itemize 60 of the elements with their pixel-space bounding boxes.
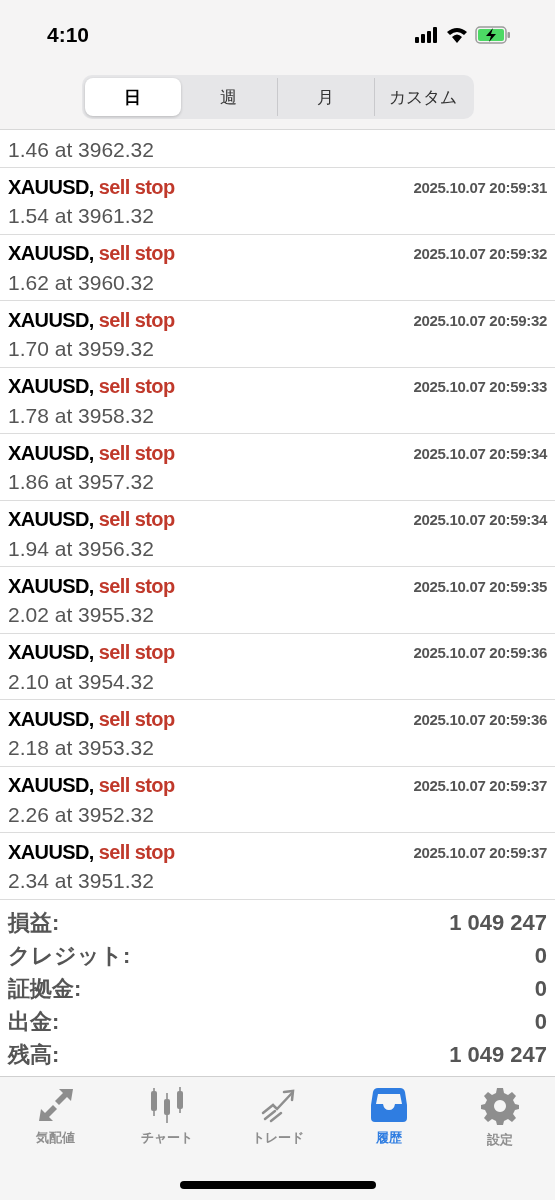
battery-icon bbox=[475, 26, 511, 44]
summary-label: 残高: bbox=[8, 1041, 60, 1069]
order-details: 1.54 at 3961.32 bbox=[8, 203, 155, 229]
period-tab[interactable]: 月 bbox=[276, 78, 374, 116]
order-title: XAUUSD, sell stop bbox=[8, 375, 175, 398]
inbox-icon bbox=[369, 1086, 408, 1123]
period-tab[interactable]: 日 bbox=[84, 78, 181, 116]
order-title: XAUUSD, sell stop bbox=[8, 441, 175, 465]
tab-bar-item[interactable]: チャート bbox=[111, 1086, 222, 1149]
period-tab[interactable]: 週 bbox=[180, 78, 277, 116]
order-title: XAUUSD, sell stop bbox=[8, 508, 175, 531]
double-arrow-icon bbox=[36, 1086, 75, 1123]
order-title: XAUUSD, sell stop bbox=[8, 641, 175, 664]
order-details: 2.26 at 3952.32 bbox=[8, 801, 155, 828]
order-title: XAUUSD, sell stop bbox=[8, 175, 175, 199]
tab-bar-item[interactable]: 履歴 bbox=[333, 1086, 444, 1149]
tab-bar-item[interactable]: 気配値 bbox=[0, 1086, 111, 1149]
summary-label: 出金: bbox=[8, 1008, 60, 1036]
status-time: 4:10 bbox=[47, 23, 90, 47]
order-time: 2025.10.07 20:59:32 bbox=[413, 311, 547, 329]
tab-bar-item[interactable]: トレード bbox=[222, 1086, 333, 1149]
order-details: 1.86 at 3957.32 bbox=[8, 469, 155, 495]
settings-icon bbox=[480, 1086, 519, 1125]
order-details: 1.70 at 3959.32 bbox=[8, 336, 155, 362]
order-title: XAUUSD, sell stop bbox=[8, 840, 175, 864]
tab-bar-item[interactable]: 設定 bbox=[444, 1086, 555, 1149]
summary-label: クレジット: bbox=[8, 942, 131, 970]
order-title: XAUUSD, sell stop bbox=[8, 707, 175, 731]
wifi-icon bbox=[446, 27, 468, 43]
order-time: 2025.10.07 20:59:34 bbox=[413, 511, 547, 528]
order-time: 2025.10.07 20:59:36 bbox=[413, 644, 547, 661]
signal-icon bbox=[415, 27, 439, 43]
order-time: 2025.10.07 20:59:32 bbox=[413, 245, 547, 262]
order-title: XAUUSD, sell stop bbox=[8, 774, 175, 797]
summary-value: 1 049 247 bbox=[449, 1042, 547, 1068]
summary-value: 0 bbox=[534, 976, 547, 1002]
summary-label: 証拠金: bbox=[8, 975, 82, 1003]
order-details: 1.46 at 3962.32 bbox=[8, 137, 155, 163]
order-details: 2.34 at 3951.32 bbox=[8, 868, 155, 894]
order-title: XAUUSD, sell stop bbox=[8, 308, 175, 332]
order-time: 2025.10.07 20:59:36 bbox=[413, 710, 547, 728]
order-time: 2025.10.07 20:59:37 bbox=[413, 777, 547, 794]
order-details: 1.62 at 3960.32 bbox=[8, 269, 155, 296]
summary-label: 損益: bbox=[8, 909, 60, 937]
order-details: 2.02 at 3955.32 bbox=[8, 602, 155, 628]
order-title: XAUUSD, sell stop bbox=[8, 574, 175, 598]
order-time: 2025.10.07 20:59:34 bbox=[413, 444, 547, 462]
order-time: 2025.10.07 20:59:33 bbox=[413, 378, 547, 395]
order-time: 2025.10.07 20:59:35 bbox=[413, 577, 547, 595]
order-title: XAUUSD, sell stop bbox=[8, 242, 175, 265]
order-details: 2.18 at 3953.32 bbox=[8, 735, 155, 761]
summary-value: 1 049 247 bbox=[449, 910, 547, 936]
period-tab[interactable]: カスタム bbox=[373, 78, 471, 116]
order-time: 2025.10.07 20:59:31 bbox=[413, 178, 547, 196]
order-time: 2025.10.07 20:59:37 bbox=[413, 843, 547, 861]
summary-value: 0 bbox=[534, 943, 547, 969]
summary-value: 0 bbox=[534, 1009, 547, 1035]
order-details: 2.10 at 3954.32 bbox=[8, 668, 155, 695]
order-details: 1.94 at 3956.32 bbox=[8, 535, 155, 562]
order-details: 1.78 at 3958.32 bbox=[8, 402, 155, 429]
